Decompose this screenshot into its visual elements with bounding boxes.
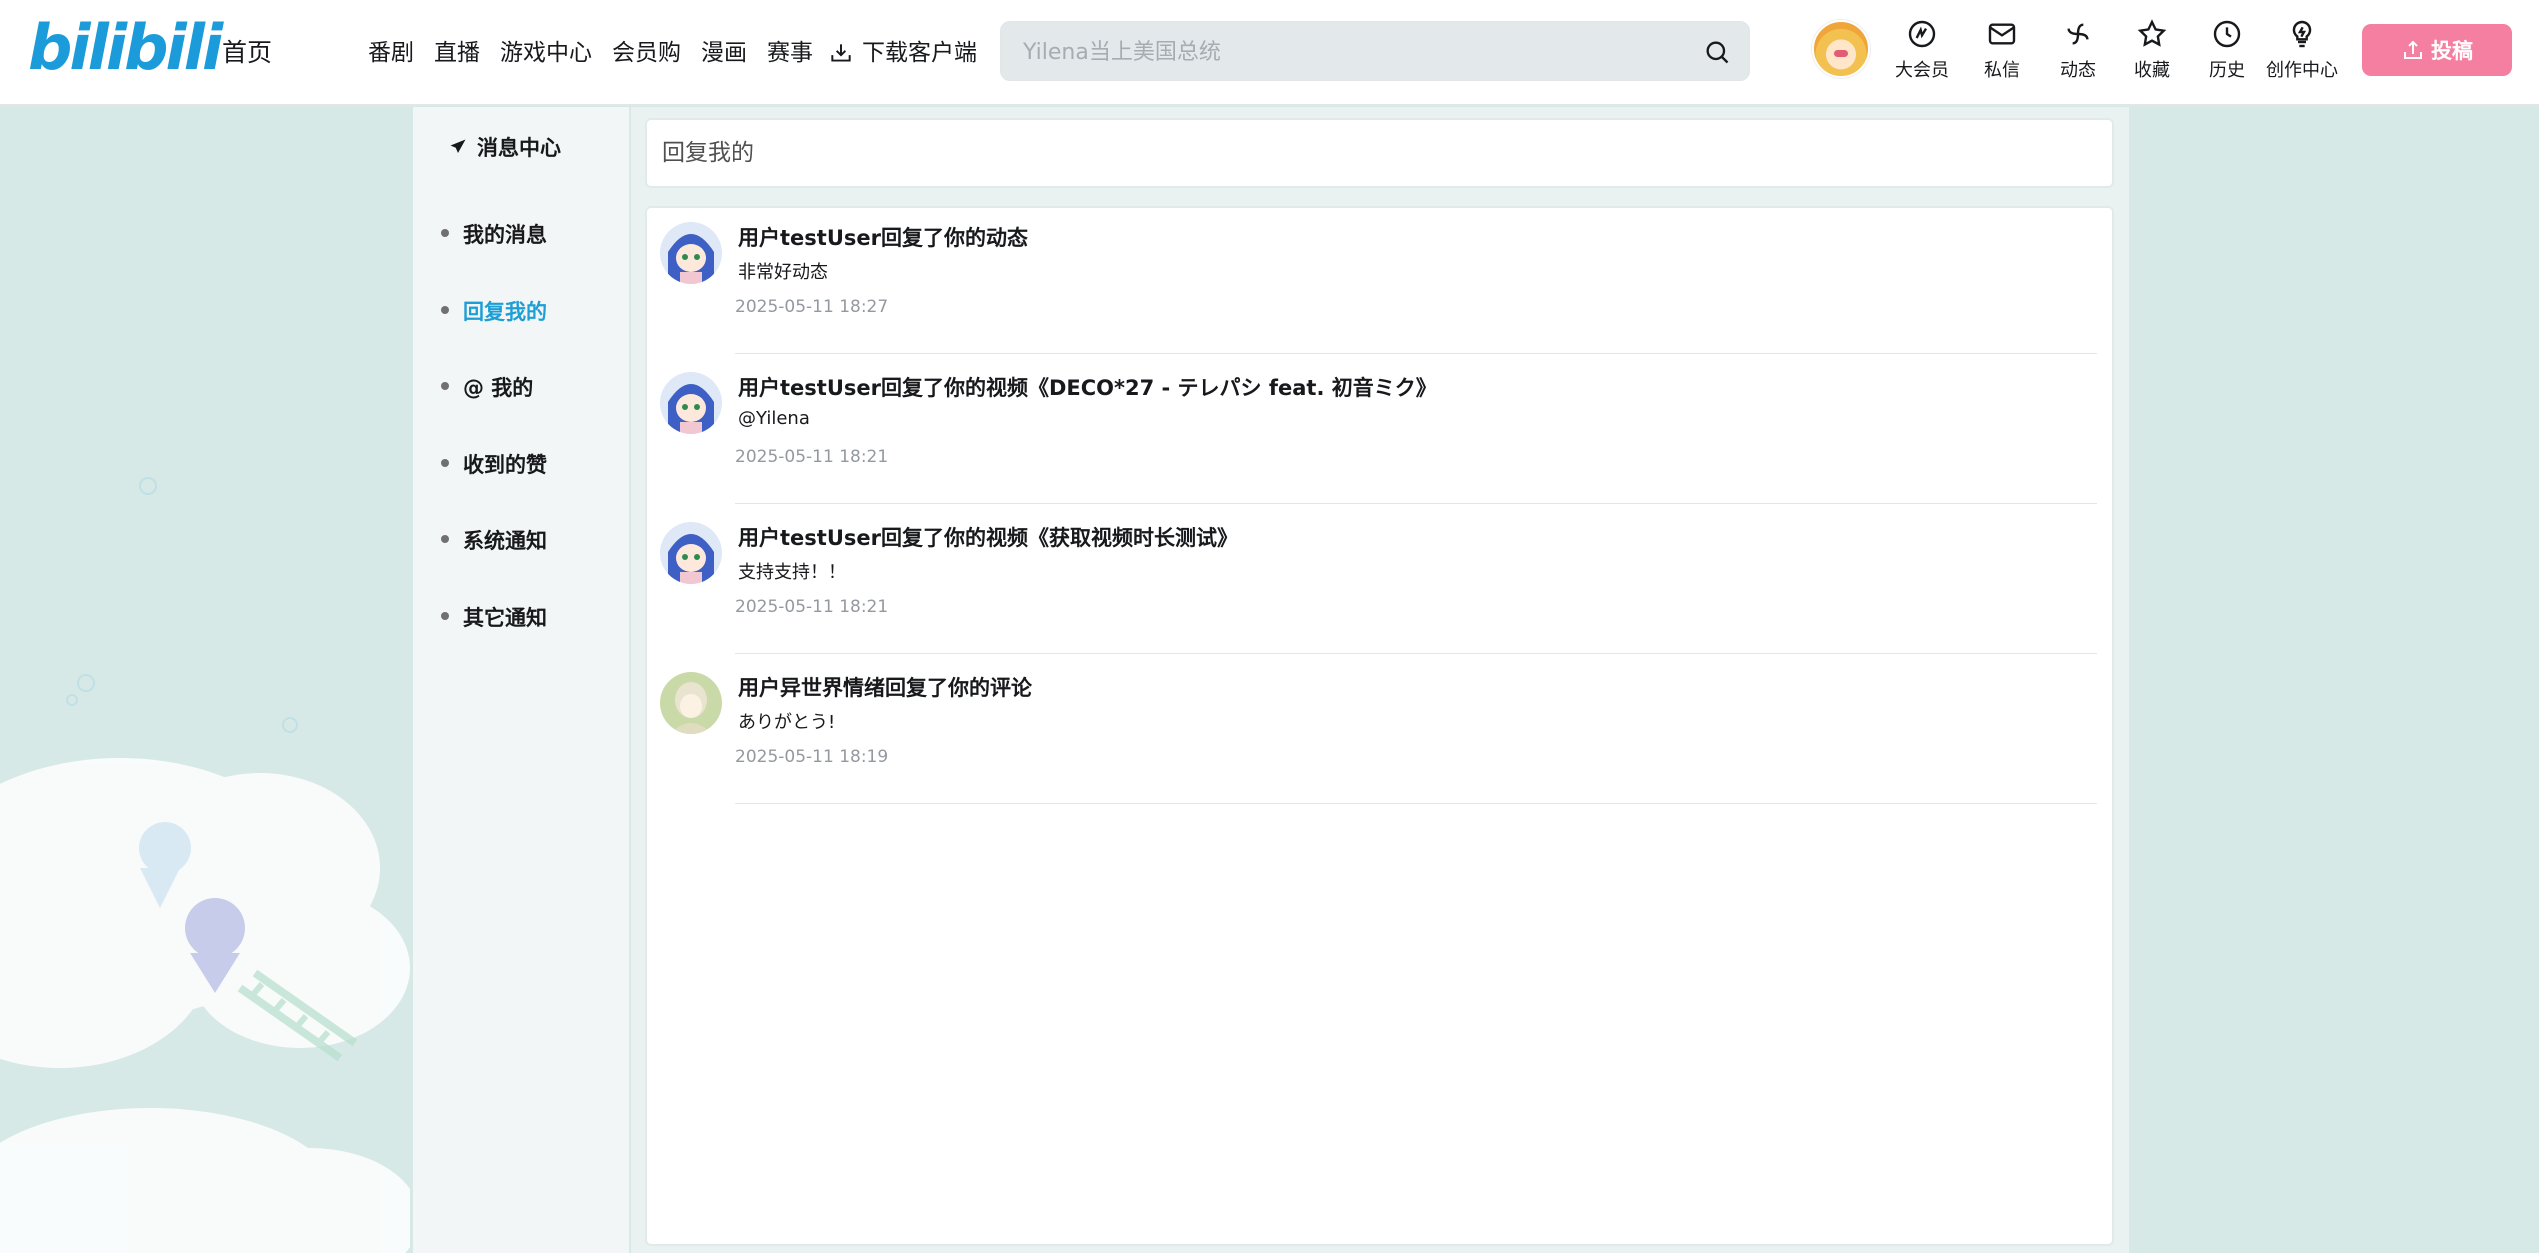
nav-item-live[interactable]: 直播 bbox=[434, 34, 480, 72]
sidebar-item-label: 其它通知 bbox=[463, 605, 547, 630]
sidebar-item-replies[interactable]: 回复我的 bbox=[441, 296, 547, 373]
upload-icon bbox=[2404, 40, 2422, 59]
list-item[interactable]: 用户testUser回复了你的动态 非常好动态 2025-05-11 18:27 bbox=[660, 208, 2100, 358]
reply-title: 用户testUser回复了你的视频《获取视频时长测试》 bbox=[738, 526, 1238, 550]
vip-icon bbox=[1908, 20, 1936, 48]
bilibili-logo[interactable]: bilibili bbox=[28, 12, 223, 84]
vip-label: 大会员 bbox=[1895, 60, 1949, 81]
divider bbox=[735, 503, 2097, 504]
divider bbox=[735, 803, 2097, 804]
reply-time: 2025-05-11 18:21 bbox=[735, 597, 889, 617]
reply-time: 2025-05-11 18:19 bbox=[735, 747, 889, 767]
creator-center-label: 创作中心 bbox=[2266, 60, 2338, 81]
reply-list: 用户testUser回复了你的动态 非常好动态 2025-05-11 18:27… bbox=[645, 206, 2114, 1246]
sidebar-item-other-notices[interactable]: 其它通知 bbox=[441, 602, 547, 679]
message-center-sidebar: 消息中心 我的消息 回复我的 @ 我的 收到的赞 系统通知 其它通知 bbox=[413, 107, 630, 1253]
bullet-dot bbox=[441, 382, 449, 390]
sidebar-item-likes[interactable]: 收到的赞 bbox=[441, 449, 547, 526]
sidebar-item-label: 收到的赞 bbox=[463, 452, 547, 477]
bullet-dot bbox=[441, 458, 449, 467]
sidebar-item-my-messages[interactable]: 我的消息 bbox=[441, 219, 547, 296]
search-input[interactable] bbox=[1023, 34, 1663, 70]
sidebar-item-label: 回复我的 bbox=[463, 299, 547, 324]
reply-content: 支持支持！！ bbox=[738, 562, 846, 583]
vip-button[interactable]: 大会员 bbox=[1886, 18, 1958, 88]
divider bbox=[735, 353, 2097, 354]
paper-plane-icon bbox=[450, 139, 466, 153]
reply-time: 2025-05-11 18:27 bbox=[735, 297, 889, 317]
nav-item-mall[interactable]: 会员购 bbox=[612, 34, 681, 72]
clock-icon bbox=[2213, 20, 2241, 48]
sidebar-item-label: 我的消息 bbox=[463, 223, 547, 247]
messages-button[interactable]: 私信 bbox=[1966, 18, 2038, 88]
lightbulb-icon bbox=[2292, 20, 2312, 48]
nav-item-manga[interactable]: 漫画 bbox=[701, 34, 747, 72]
upload-button[interactable]: 投稿 bbox=[2362, 24, 2512, 76]
background-right bbox=[2130, 108, 2539, 1253]
favorites-button[interactable]: 收藏 bbox=[2116, 18, 2188, 88]
nav-item-anime[interactable]: 番剧 bbox=[368, 34, 414, 72]
download-client-link[interactable]: 下载客户端 bbox=[828, 34, 977, 72]
page-title: 回复我的 bbox=[645, 118, 2114, 188]
bullet-dot bbox=[441, 611, 449, 620]
nav-item-esports[interactable]: 赛事 bbox=[767, 34, 813, 72]
upload-label: 投稿 bbox=[2431, 39, 2473, 63]
sidebar-item-mentions[interactable]: @ 我的 bbox=[441, 372, 547, 449]
creator-center-button[interactable]: 创作中心 bbox=[2266, 18, 2338, 88]
sidebar-list: 我的消息 回复我的 @ 我的 收到的赞 系统通知 其它通知 bbox=[441, 219, 547, 678]
avatar[interactable] bbox=[660, 672, 722, 734]
avatar[interactable] bbox=[660, 372, 722, 434]
divider bbox=[735, 653, 2097, 654]
reply-content: ありがとう! bbox=[738, 712, 836, 733]
favorites-label: 收藏 bbox=[2134, 60, 2170, 81]
top-header: bilibili 首页 番剧 直播 游戏中心 会员购 漫画 赛事 下载客户端 大… bbox=[0, 0, 2539, 106]
windmill-icon bbox=[2067, 23, 2089, 45]
bullet-dot bbox=[441, 305, 449, 314]
user-avatar[interactable] bbox=[1812, 20, 1870, 78]
background-illustration bbox=[0, 477, 410, 1253]
messages-label: 私信 bbox=[1984, 60, 2020, 81]
avatar[interactable] bbox=[660, 222, 722, 284]
history-label: 历史 bbox=[2209, 60, 2245, 81]
sidebar-item-label: 系统通知 bbox=[463, 529, 547, 553]
list-item[interactable]: 用户异世界情绪回复了你的评论 ありがとう! 2025-05-11 18:19 bbox=[660, 658, 2100, 808]
search-box bbox=[1000, 21, 1750, 81]
reply-time: 2025-05-11 18:21 bbox=[735, 447, 889, 467]
avatar[interactable] bbox=[660, 522, 722, 584]
mail-icon bbox=[1988, 23, 2016, 45]
dynamics-label: 动态 bbox=[2060, 60, 2096, 81]
sidebar-item-label: @ 我的 bbox=[463, 376, 534, 400]
sidebar-title: 消息中心 bbox=[449, 127, 561, 167]
star-icon bbox=[2137, 19, 2167, 47]
top-nav: 番剧 直播 游戏中心 会员购 漫画 赛事 bbox=[368, 34, 833, 72]
search-icon[interactable] bbox=[1703, 38, 1731, 66]
reply-title: 用户异世界情绪回复了你的评论 bbox=[738, 676, 1032, 700]
list-item[interactable]: 用户testUser回复了你的视频《获取视频时长测试》 支持支持！！ 2025-… bbox=[660, 508, 2100, 658]
list-item[interactable]: 用户testUser回复了你的视频《DECO*27 - テレパシ feat. 初… bbox=[660, 358, 2100, 508]
download-icon bbox=[831, 44, 851, 62]
history-button[interactable]: 历史 bbox=[2191, 18, 2263, 88]
reply-title: 用户testUser回复了你的动态 bbox=[738, 226, 1028, 250]
nav-item-game-center[interactable]: 游戏中心 bbox=[500, 34, 592, 72]
reply-content: @Yilena bbox=[738, 408, 810, 429]
sidebar-title-label: 消息中心 bbox=[477, 136, 561, 160]
home-link[interactable]: 首页 bbox=[222, 34, 272, 72]
reply-content: 非常好动态 bbox=[738, 262, 828, 283]
bullet-dot bbox=[441, 535, 449, 543]
reply-title: 用户testUser回复了你的视频《DECO*27 - テレパシ feat. 初… bbox=[738, 376, 1437, 400]
dynamics-button[interactable]: 动态 bbox=[2042, 18, 2114, 88]
download-label: 下载客户端 bbox=[862, 40, 977, 66]
sidebar-item-system-notices[interactable]: 系统通知 bbox=[441, 525, 547, 602]
bullet-dot bbox=[441, 229, 449, 237]
